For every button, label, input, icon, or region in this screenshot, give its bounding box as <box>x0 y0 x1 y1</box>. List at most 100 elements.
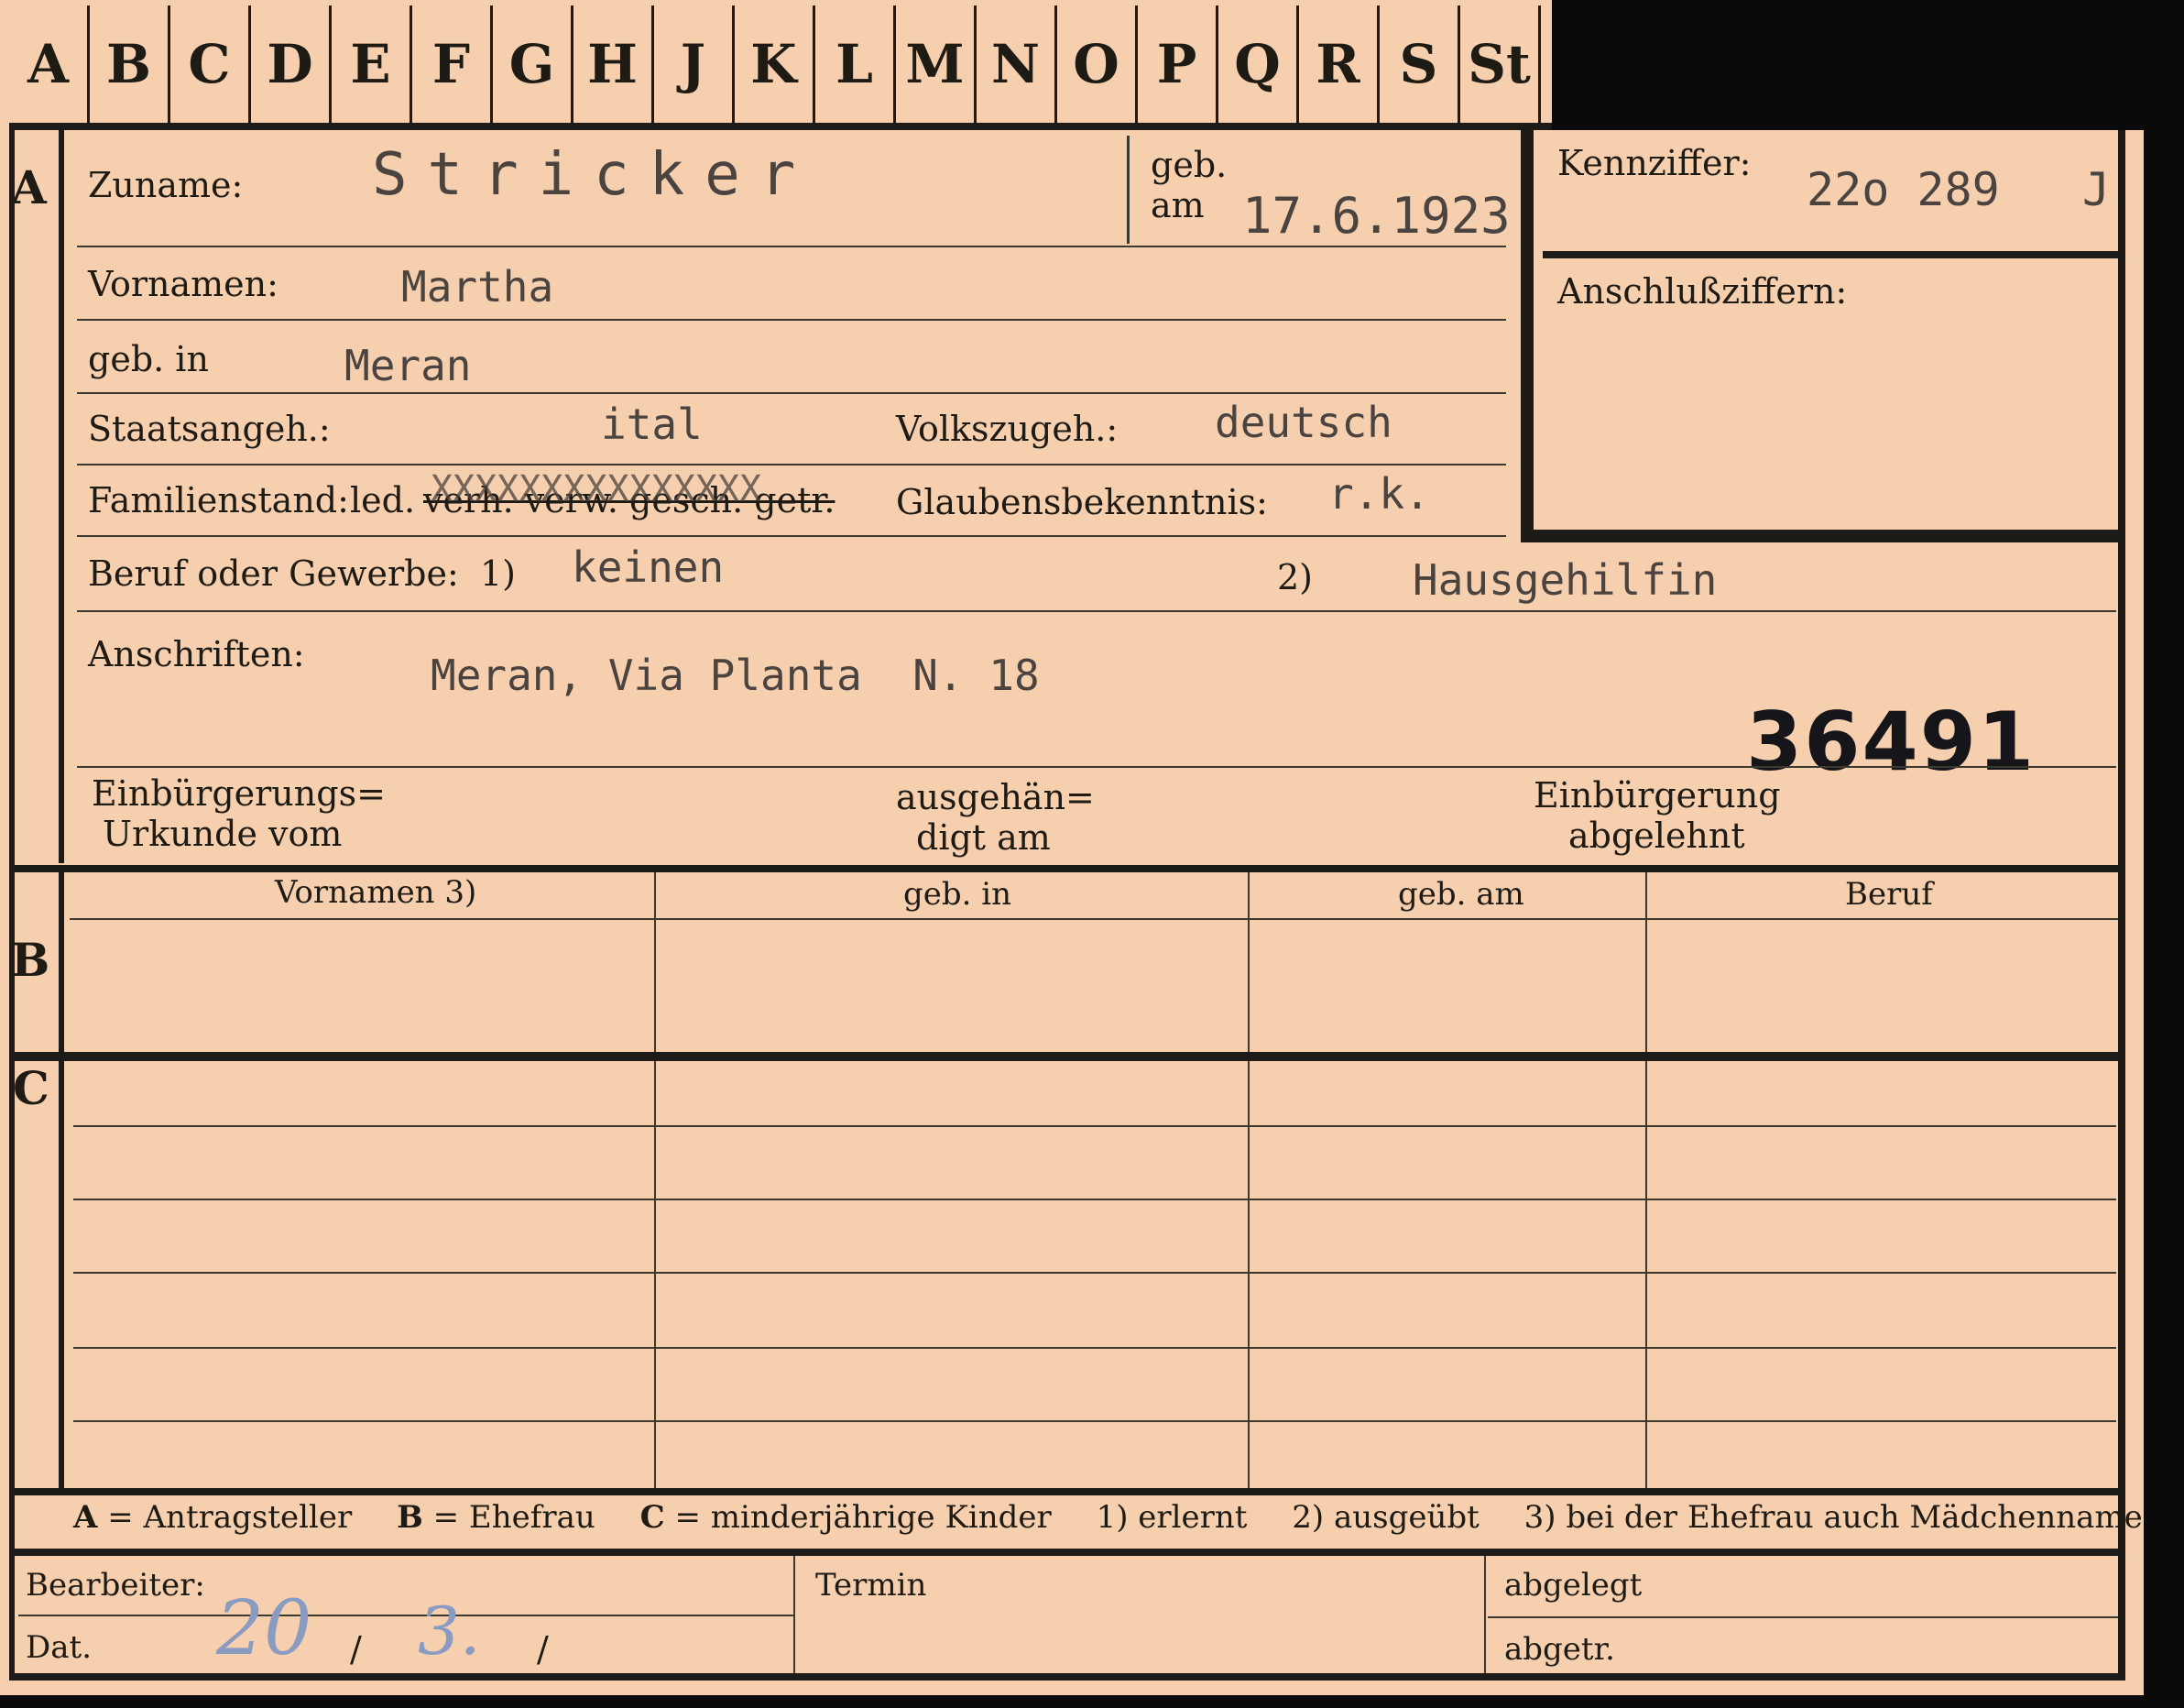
staatsangeh-label: Staatsangeh.: <box>88 409 331 449</box>
legend-c-key: C <box>639 1499 665 1536</box>
row-5-rule <box>77 535 1506 537</box>
anschriften-label: Anschriften: <box>88 634 305 674</box>
abgelehnt-label-1: Einbürgerung <box>1534 775 1781 816</box>
einbuergerung-label-2: Urkunde vom <box>103 814 343 854</box>
zuname-label: Zuname: <box>88 165 244 205</box>
glaubensbekenntnis-value: r.k. <box>1328 469 1430 519</box>
col-divider-1 <box>654 872 656 1488</box>
row-4-rule <box>77 464 1506 465</box>
tab-d[interactable]: D <box>251 5 332 123</box>
vornamen-value: Martha <box>401 262 554 312</box>
dat-label: Dat. <box>26 1629 93 1666</box>
staatsangeh-value: ital <box>601 400 703 449</box>
tab-r[interactable]: R <box>1299 5 1380 123</box>
kennziffer-box-bottom <box>1521 530 2125 542</box>
kennziffer-divider <box>1543 251 2118 258</box>
alphabet-tabs: A B C D E F G H J K L M N O P Q R S St <box>9 5 1541 123</box>
header-rule <box>70 918 2118 920</box>
legend-a-key: A <box>73 1499 98 1536</box>
geb-am-label-1: geb. <box>1151 145 1228 185</box>
kids-row-1 <box>73 1125 2116 1127</box>
section-b-top-rule <box>9 865 2125 872</box>
anschlussziffern-label: Anschlußziffern: <box>1557 271 1848 312</box>
bearbeiter-rule <box>18 1615 793 1616</box>
frame-bottom <box>9 1673 2125 1681</box>
legend-b-val: = Ehefrau <box>432 1499 595 1536</box>
kennziffer-label: Kennziffer: <box>1557 143 1752 183</box>
scan-background-corner <box>1552 0 2184 130</box>
geb-in-value: Meran <box>344 341 472 390</box>
abgelehnt-label-2: abgelehnt <box>1568 816 1745 856</box>
tab-a[interactable]: A <box>9 5 90 123</box>
tab-p[interactable]: P <box>1138 5 1218 123</box>
section-c-top-rule <box>9 1052 2125 1061</box>
tab-n[interactable]: N <box>977 5 1057 123</box>
col-header-geb-am: geb. am <box>1398 876 1524 913</box>
row-7-rule <box>77 766 2116 768</box>
volkszugeh-value: deutsch <box>1215 398 1392 447</box>
legend-a-val: = Antragsteller <box>107 1499 353 1536</box>
row-1-rule <box>77 246 1506 247</box>
tab-f[interactable]: F <box>412 5 493 123</box>
registration-card: A B C D E F G H J K L M N O P Q R S St A… <box>0 0 2144 1695</box>
geb-in-label: geb. in <box>88 339 209 379</box>
tab-s[interactable]: S <box>1380 5 1460 123</box>
legend-c-val: = minderjährige Kinder <box>674 1499 1052 1536</box>
footer-top-rule <box>9 1549 2125 1556</box>
dat-month-handwritten: 3. <box>418 1593 481 1670</box>
kids-row-4 <box>73 1347 2116 1349</box>
beruf-note-1: 1) <box>480 553 517 594</box>
frame-right <box>2118 130 2125 1681</box>
bearbeiter-label: Bearbeiter: <box>26 1567 205 1604</box>
col-header-geb-in: geb. in <box>903 876 1012 913</box>
footer-divider-1 <box>793 1556 795 1673</box>
col-divider-3 <box>1645 872 1647 1488</box>
einbuergerung-label-1: Einbürgerungs= <box>92 773 386 814</box>
footer-divider-2 <box>1484 1556 1486 1673</box>
volkszugeh-label: Volkszugeh.: <box>896 409 1119 449</box>
termin-label: Termin <box>815 1567 927 1604</box>
tab-c[interactable]: C <box>170 5 251 123</box>
zuname-divider <box>1127 136 1130 244</box>
section-c-left-rule <box>59 1061 64 1488</box>
legend-note-1: 1) erlernt <box>1096 1499 1248 1536</box>
tab-b[interactable]: B <box>90 5 170 123</box>
section-b-left-rule <box>59 872 64 1052</box>
legend-top-rule <box>9 1488 2125 1495</box>
legend-note-3: 3) bei der Ehefrau auch Mädchenname <box>1523 1499 2143 1536</box>
beruf-ausgeuebt-value: Hausgehilfin <box>1413 555 1718 605</box>
tab-m[interactable]: M <box>896 5 977 123</box>
row-2-rule <box>77 319 1506 321</box>
abgelegt-label: abgelegt <box>1504 1567 1643 1604</box>
dat-sep-2: / <box>537 1629 549 1670</box>
kennziffer-value: 22o 289 J <box>1807 163 2111 216</box>
row-6-rule <box>77 610 2116 612</box>
abgetr-label: abgetr. <box>1504 1631 1615 1668</box>
tab-g[interactable]: G <box>493 5 573 123</box>
kids-row-5 <box>73 1420 2116 1422</box>
tab-l[interactable]: L <box>815 5 896 123</box>
dat-day-handwritten: 20 <box>216 1585 312 1672</box>
ausgehaendigt-label-2: digt am <box>916 817 1051 858</box>
beruf-erlernt-value: keinen <box>572 542 725 592</box>
kids-row-2 <box>73 1199 2116 1200</box>
side-label-b: B <box>11 933 50 987</box>
tab-k[interactable]: K <box>735 5 815 123</box>
tab-e[interactable]: E <box>332 5 412 123</box>
tab-q[interactable]: Q <box>1218 5 1299 123</box>
col-header-vornamen: Vornamen 3) <box>275 874 477 911</box>
zuname-value: Stricker <box>372 141 816 209</box>
legend-note-2: 2) ausgeübt <box>1292 1499 1480 1536</box>
tab-h[interactable]: H <box>573 5 654 123</box>
familienstand-option-led: led. <box>350 480 416 520</box>
glaubensbekenntnis-label: Glaubensbekenntnis: <box>896 482 1268 522</box>
anschrift-value: Meran, Via Planta N. 18 <box>431 651 1040 700</box>
familienstand-overwrite: XXXXXXXXXXXXXXX <box>431 468 762 510</box>
abgelegt-rule <box>1488 1616 2118 1618</box>
tab-j[interactable]: J <box>654 5 735 123</box>
stamp-number: 36491 <box>1746 695 2037 789</box>
tab-o[interactable]: O <box>1057 5 1138 123</box>
beruf-label: Beruf oder Gewerbe: <box>88 553 459 594</box>
kids-row-3 <box>73 1272 2116 1274</box>
tab-st[interactable]: St <box>1460 5 1541 123</box>
